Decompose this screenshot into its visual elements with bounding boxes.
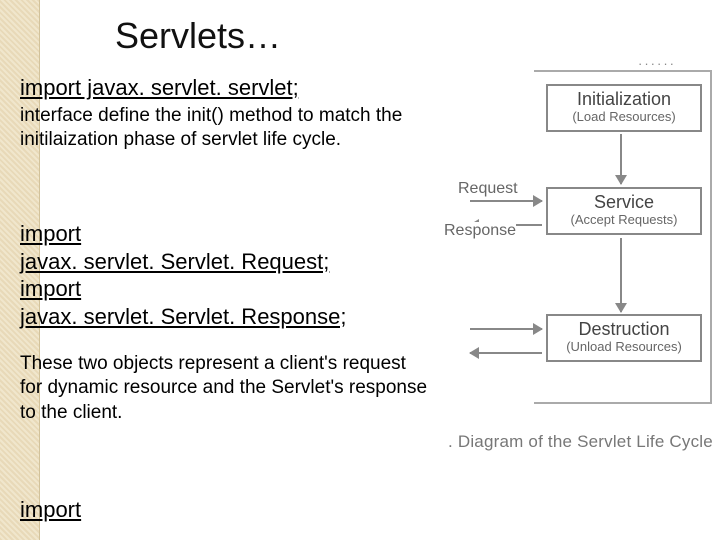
response-label: Response: [444, 222, 516, 240]
arrow-right-icon: [470, 328, 542, 330]
import-description: interface define the init() method to ma…: [20, 104, 430, 153]
import-statement: import: [20, 220, 430, 248]
import-statement: import: [20, 496, 430, 524]
slide-title: Servlets…: [115, 15, 281, 57]
phase-title: Initialization: [550, 90, 698, 110]
import-statement: javax. servlet. Servlet. Request;: [20, 248, 430, 276]
phase-subtitle: (Load Resources): [550, 110, 698, 124]
request-label: Request: [458, 180, 518, 198]
phase-subtitle: (Accept Requests): [550, 213, 698, 227]
arrow-left-icon: [470, 352, 542, 354]
slide: Servlets… import javax. servlet. servlet…: [0, 0, 720, 540]
import-statement: import javax. servlet. servlet;: [20, 74, 430, 102]
phase-subtitle: (Unload Resources): [550, 340, 698, 354]
section-import-servlet: import javax. servlet. servlet; interfac…: [20, 74, 430, 152]
section-import-request-response: import javax. servlet. Servlet. Request;…: [20, 220, 430, 330]
phase-service: Service (Accept Requests): [546, 187, 702, 235]
diagram-caption: . Diagram of the Servlet Life Cycle: [448, 432, 710, 452]
phase-destruction: Destruction (Unload Resources): [546, 314, 702, 362]
section-import-truncated: import: [20, 496, 430, 524]
section-request-response-desc: These two objects represent a client's r…: [20, 352, 430, 425]
import-statement: import: [20, 275, 430, 303]
arrow-right-icon: [470, 200, 542, 202]
phase-title: Destruction: [550, 320, 698, 340]
arrow-down-icon: [620, 134, 622, 184]
body-text: These two objects represent a client's r…: [20, 352, 430, 425]
import-statement: javax. servlet. Servlet. Response;: [20, 303, 430, 331]
phase-initialization: Initialization (Load Resources): [546, 84, 702, 132]
arrow-down-icon: [620, 238, 622, 312]
phase-title: Service: [550, 193, 698, 213]
server-label: ······: [638, 56, 676, 71]
